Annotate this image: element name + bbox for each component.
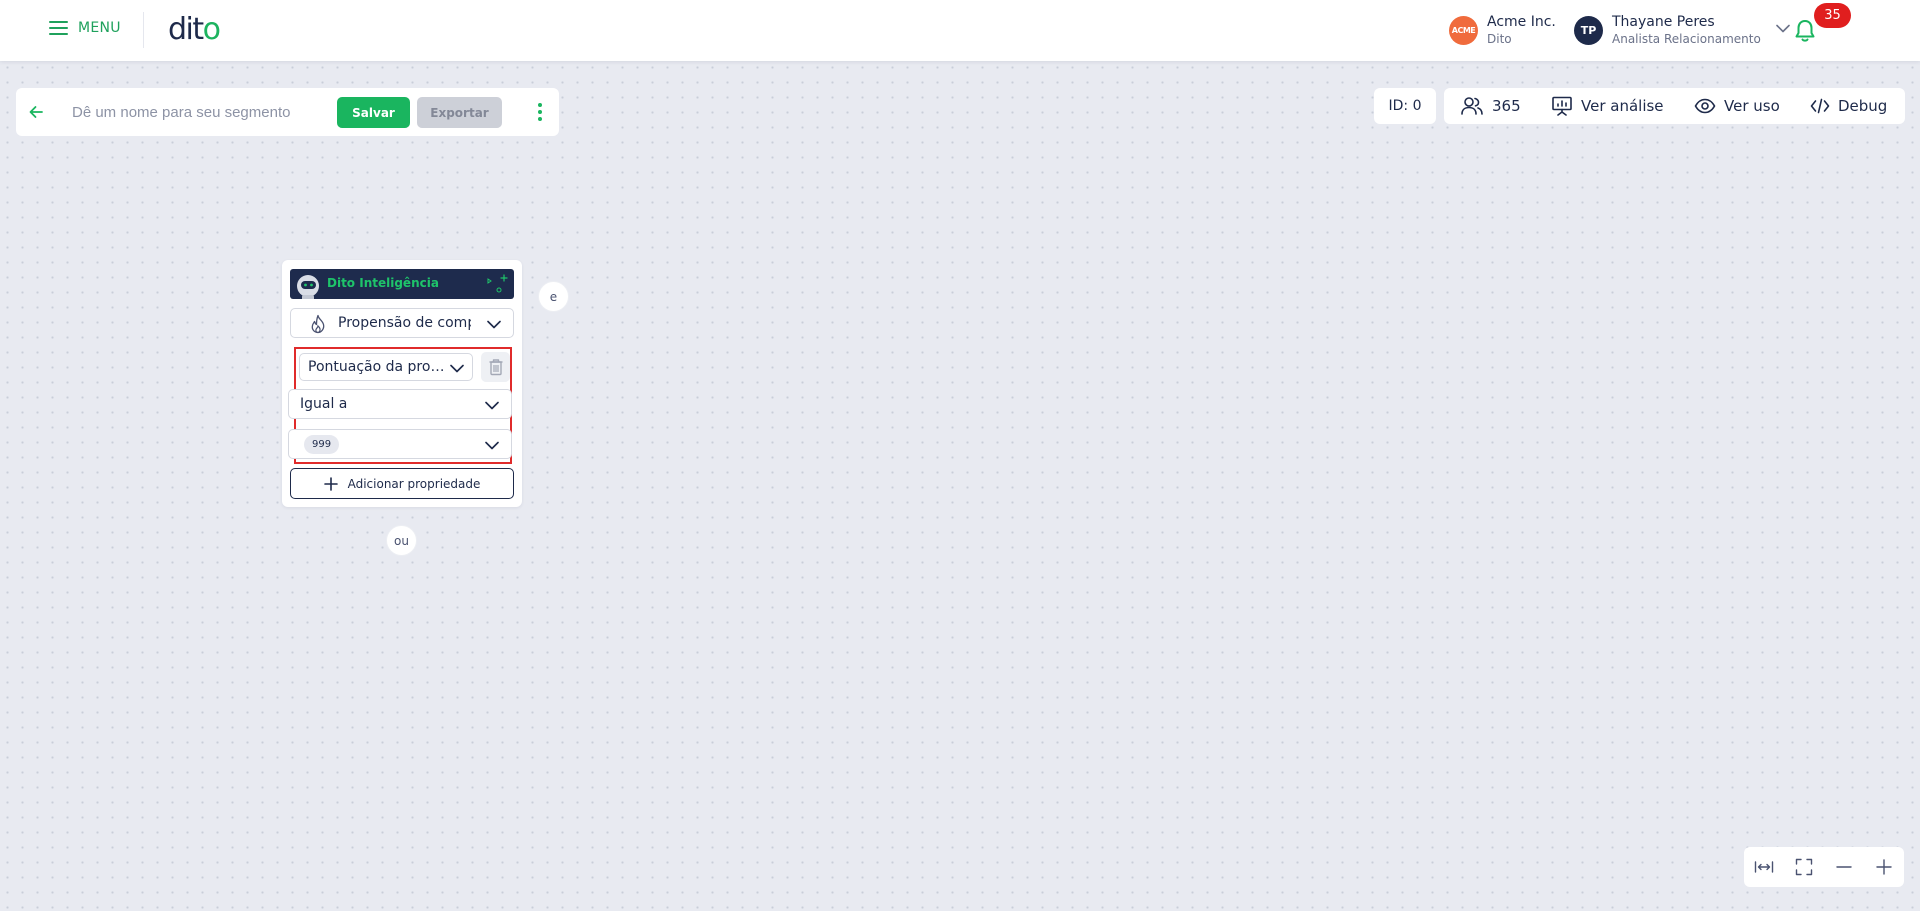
- audience-count: 365: [1492, 97, 1521, 115]
- segment-name-input[interactable]: [72, 100, 342, 124]
- operator-dropdown-value: Igual a: [300, 396, 348, 412]
- flame-icon: [309, 314, 327, 334]
- logo-text: dit: [168, 12, 204, 47]
- robot-icon: [294, 271, 324, 299]
- minus-icon: [1836, 865, 1852, 869]
- view-analysis-button[interactable]: Ver análise: [1551, 88, 1664, 124]
- user-menu[interactable]: TP Thayane Peres Analista Relacionamento: [1574, 14, 1761, 47]
- save-button[interactable]: Salvar: [337, 97, 410, 128]
- fit-width-button[interactable]: [1744, 847, 1784, 887]
- chevron-down-icon: [487, 320, 501, 329]
- code-icon: [1810, 98, 1830, 114]
- or-connector-button[interactable]: ou: [386, 525, 417, 556]
- zoom-in-button[interactable]: [1864, 847, 1904, 887]
- add-property-label: Adicionar propriedade: [347, 476, 481, 491]
- arrow-left-icon[interactable]: [28, 104, 44, 120]
- menu-label: MENU: [78, 20, 121, 36]
- chevron-down-icon: [485, 401, 499, 410]
- segment-toolbar: Salvar Exportar: [16, 88, 559, 136]
- and-connector-button[interactable]: e: [538, 281, 569, 312]
- presentation-chart-icon: [1551, 96, 1573, 116]
- fullscreen-icon: [1795, 858, 1813, 876]
- company-name: Acme Inc.: [1487, 14, 1556, 30]
- criteria-group: Pontuação da propensão Igual a 999: [288, 347, 512, 464]
- avatar: TP: [1574, 16, 1603, 45]
- view-usage-button[interactable]: Ver uso: [1694, 88, 1780, 124]
- node-title: Dito Inteligência: [327, 276, 439, 290]
- menu-button[interactable]: MENU: [49, 20, 121, 36]
- company-logo: ACME: [1449, 16, 1478, 45]
- chevron-down-icon[interactable]: [1776, 24, 1790, 33]
- fit-width-icon: [1754, 860, 1774, 874]
- model-dropdown[interactable]: Propensão de compra: [290, 308, 514, 338]
- delete-property-button[interactable]: [481, 352, 510, 382]
- property-dropdown-value: Pontuação da propensão: [308, 359, 446, 375]
- chevron-down-icon: [485, 441, 499, 450]
- chevron-down-icon: [450, 364, 464, 373]
- user-role: Analista Relacionamento: [1612, 32, 1761, 46]
- operator-dropdown[interactable]: Igual a: [288, 389, 512, 419]
- kebab-vertical-icon[interactable]: [537, 102, 543, 122]
- dito-logo[interactable]: dito: [168, 12, 221, 48]
- audience-count-button[interactable]: 365: [1460, 88, 1521, 124]
- company-subtitle: Dito: [1487, 32, 1512, 46]
- value-chip: 999: [304, 435, 340, 454]
- zoom-out-button[interactable]: [1824, 847, 1864, 887]
- property-dropdown[interactable]: Pontuação da propensão: [299, 353, 473, 381]
- segment-id-label: ID: 0: [1374, 88, 1436, 124]
- export-button[interactable]: Exportar: [417, 97, 502, 128]
- header-divider: [143, 12, 144, 48]
- hamburger-icon: [49, 20, 69, 36]
- users-icon: [1460, 96, 1484, 116]
- model-dropdown-value: Propensão de compra: [338, 315, 471, 331]
- notification-badge: 35: [1814, 3, 1851, 28]
- trash-icon: [488, 358, 504, 376]
- top-navigation-bar: MENU dito ACME Acme Inc. Dito TP Thayane…: [0, 0, 1920, 61]
- logo-accent: o: [202, 12, 221, 47]
- eye-icon: [1694, 98, 1716, 114]
- debug-button[interactable]: Debug: [1810, 88, 1887, 124]
- fullscreen-button[interactable]: [1784, 847, 1824, 887]
- bell-icon[interactable]: [1794, 19, 1816, 43]
- node-header: Dito Inteligência: [290, 269, 514, 299]
- segment-actions-bar: 365 Ver análise Ver uso Debug: [1444, 88, 1905, 124]
- view-usage-label: Ver uso: [1724, 97, 1780, 115]
- view-analysis-label: Ver análise: [1581, 97, 1664, 115]
- value-dropdown[interactable]: 999: [288, 429, 512, 459]
- zoom-controls: [1744, 847, 1904, 887]
- company-switcher[interactable]: ACME Acme Inc. Dito: [1449, 14, 1556, 47]
- plus-icon: [1876, 859, 1892, 875]
- sparkles-icon: [484, 273, 510, 295]
- segment-node-card: Dito Inteligência Propensão de compra Po…: [282, 260, 522, 507]
- add-property-button[interactable]: Adicionar propriedade: [290, 468, 514, 499]
- plus-icon: [323, 476, 338, 491]
- user-name: Thayane Peres: [1612, 14, 1715, 30]
- debug-label: Debug: [1838, 97, 1888, 115]
